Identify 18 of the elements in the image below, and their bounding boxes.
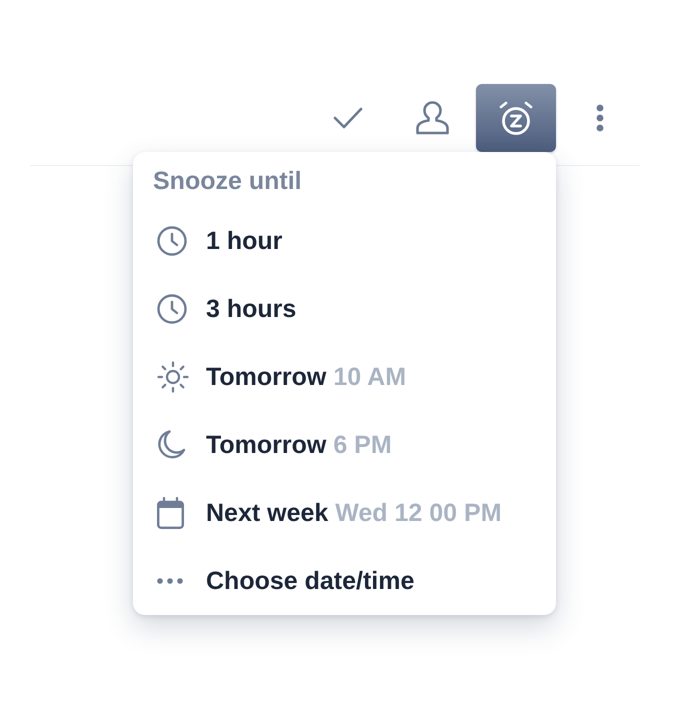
ellipsis-icon	[157, 578, 183, 584]
alarm-clock-icon	[499, 100, 533, 136]
snooze-option[interactable]: Choose date/time	[133, 547, 556, 615]
moon-icon	[157, 430, 186, 460]
menu-title: Snooze until	[153, 166, 302, 196]
alarm-clock-button[interactable]	[476, 84, 556, 152]
sun-icon	[157, 361, 189, 393]
person-icon	[416, 101, 448, 135]
snooze-option[interactable]: Next week Wed 12 00 PM	[133, 479, 556, 547]
clock-icon	[157, 294, 187, 324]
calendar-icon	[157, 497, 184, 529]
snooze-option[interactable]: Tomorrow 6 PM	[133, 411, 556, 479]
snooze-option[interactable]: 3 hours	[133, 275, 556, 343]
clock-icon	[157, 226, 187, 256]
snooze-option[interactable]: Tomorrow 10 AM	[133, 343, 556, 411]
more-icon	[596, 104, 604, 132]
snooze-option[interactable]: 1 hour	[133, 207, 556, 275]
checkmark-icon	[333, 106, 363, 130]
